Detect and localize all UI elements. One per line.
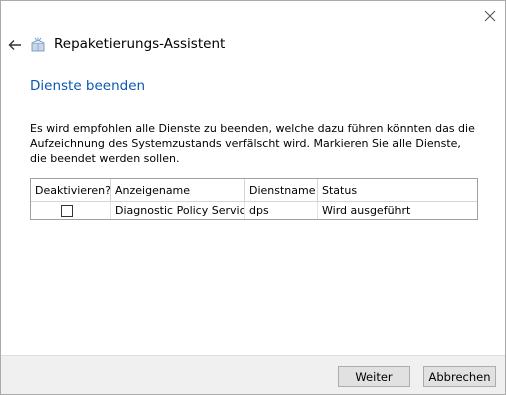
wizard-title: Repaketierungs-Assistent [54,36,226,52]
close-icon [484,10,496,22]
section-description: Es wird empfohlen alle Dienste zu beende… [30,122,475,165]
services-table: Deaktivieren? Anzeigename Dienstname Sta… [30,178,478,220]
next-button[interactable]: Weiter [338,366,410,387]
display-name-cell: Diagnostic Policy Service [111,202,245,219]
table-row[interactable]: Diagnostic Policy Service dps Wird ausge… [31,202,477,219]
column-header-deactivate[interactable]: Deaktivieren? [31,179,111,201]
service-name-cell: dps [245,202,318,219]
back-arrow-icon [8,40,21,50]
column-header-service-name[interactable]: Dienstname [245,179,318,201]
column-header-status[interactable]: Status [318,179,477,201]
cancel-button[interactable]: Abbrechen [423,366,496,387]
footer-bar: Weiter Abbrechen [1,355,505,394]
status-cell: Wird ausgeführt [322,204,411,217]
deactivate-cell [31,202,111,219]
close-button[interactable] [479,5,501,27]
wizard-window: Repaketierungs-Assistent Dienste beenden… [0,0,506,395]
section-heading: Dienste beenden [30,78,146,94]
deactivate-checkbox[interactable] [61,204,73,217]
column-header-display-name[interactable]: Anzeigename [111,179,245,201]
package-icon [31,37,45,52]
back-button[interactable] [5,35,25,55]
table-header: Deaktivieren? Anzeigename Dienstname Sta… [31,179,477,202]
